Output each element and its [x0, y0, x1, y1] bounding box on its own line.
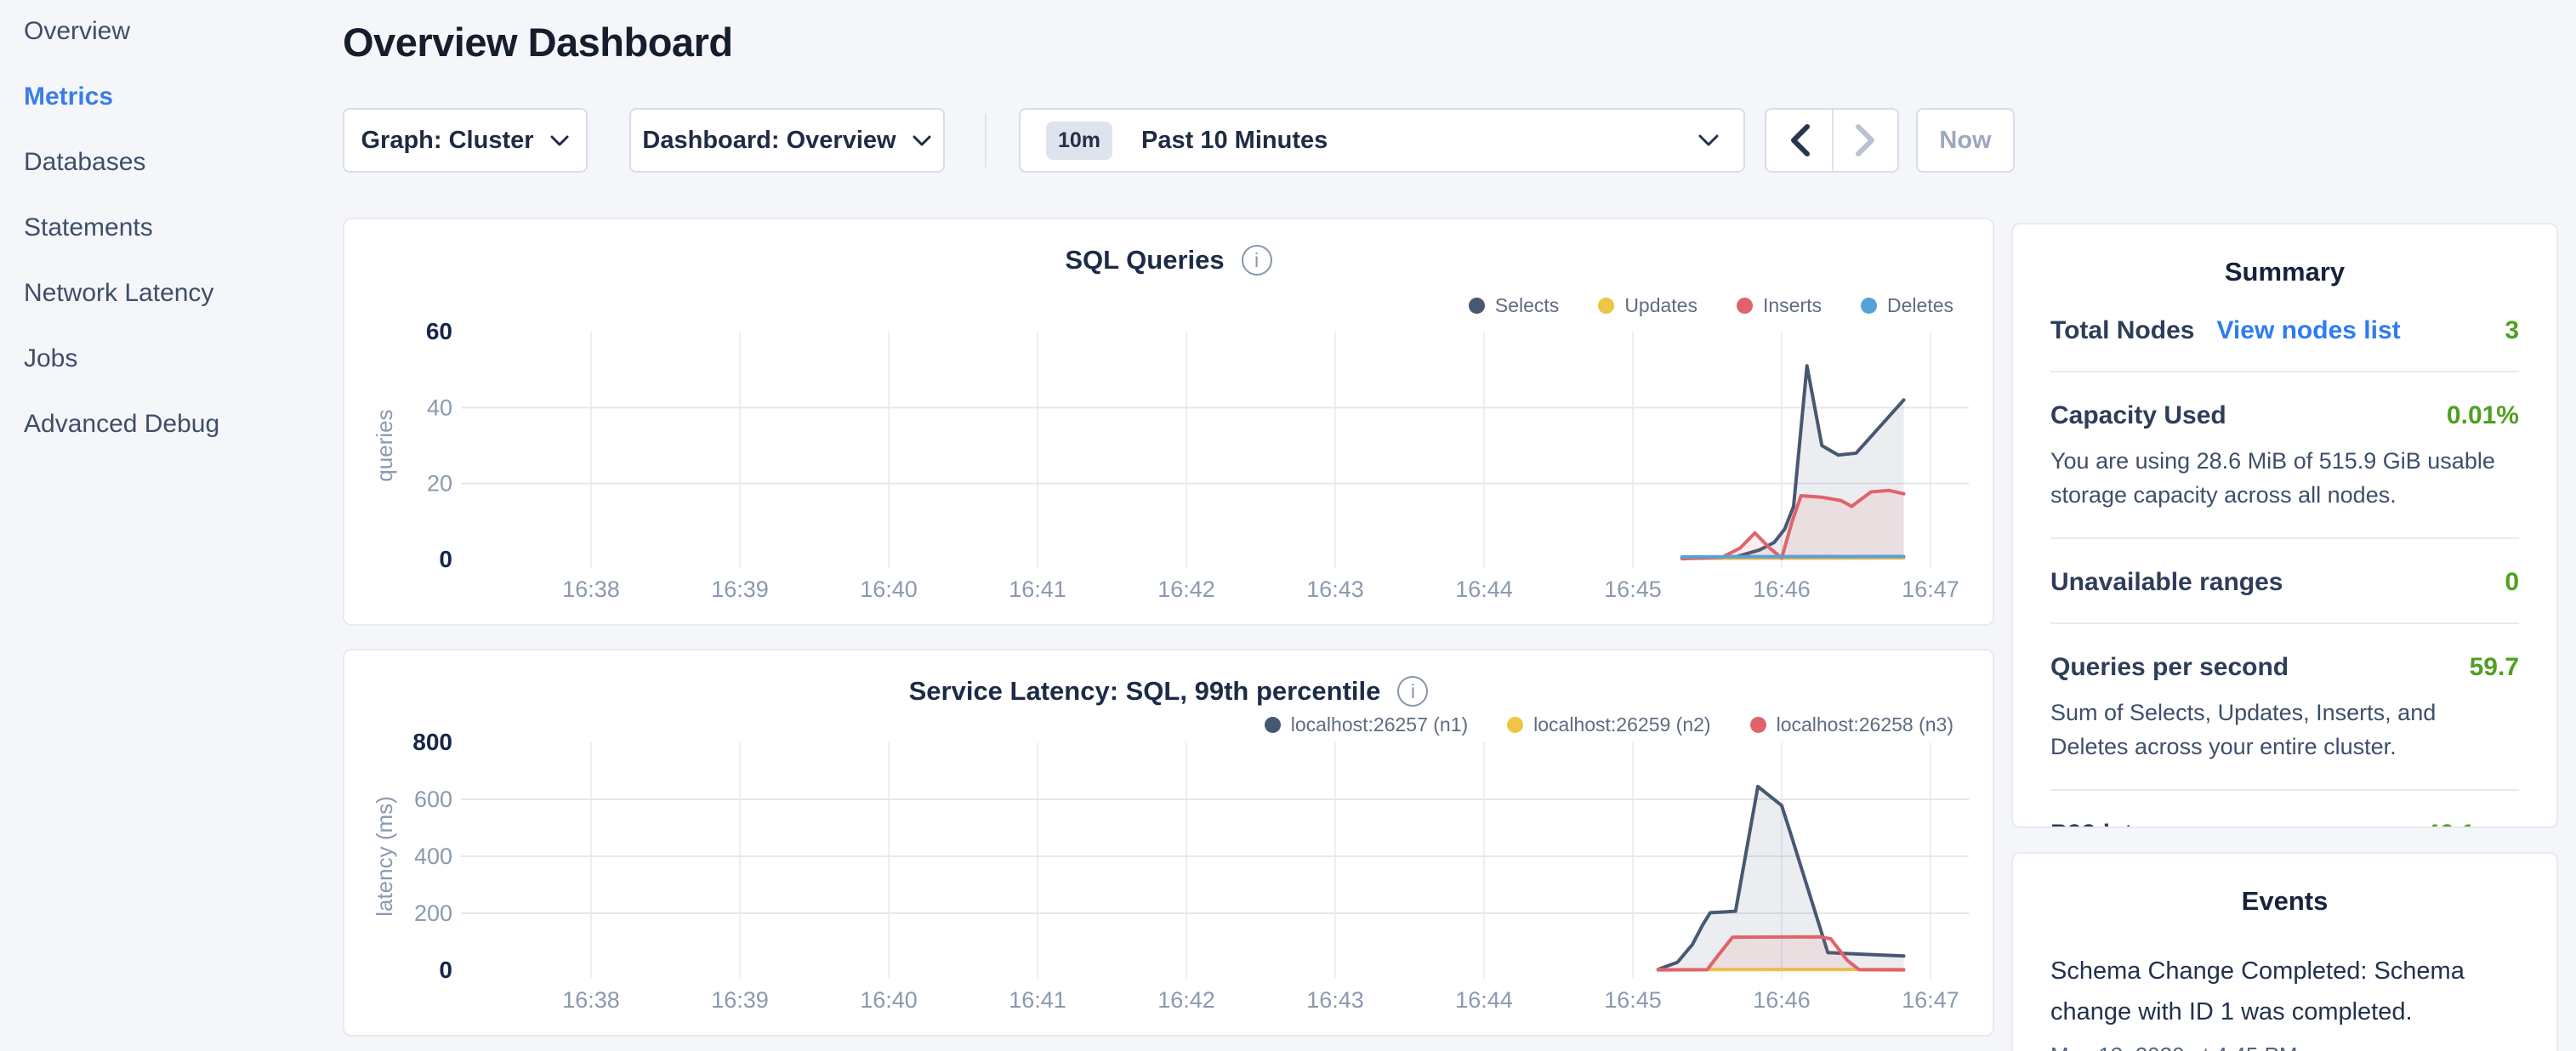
svg-text:16:41: 16:41: [1009, 577, 1066, 602]
summary-panel: Summary Total Nodes View nodes list 3 Ca…: [2011, 223, 2558, 828]
summary-row-queries-per-second: Queries per second 59.7 Sum of Selects, …: [2050, 622, 2519, 789]
now-button[interactable]: Now: [1916, 108, 2015, 173]
sidebar-item-metrics[interactable]: Metrics: [24, 82, 113, 111]
svg-text:16:40: 16:40: [860, 987, 918, 1013]
summary-row-value: 0: [2505, 568, 2519, 597]
time-range-label: Past 10 Minutes: [1141, 127, 1328, 155]
svg-text:200: 200: [414, 900, 452, 926]
svg-text:16:42: 16:42: [1157, 987, 1215, 1013]
legend-series-dot: [1469, 298, 1485, 314]
chart-title: SQL Queries: [1065, 245, 1224, 276]
summary-row-unavailable-ranges: Unavailable ranges 0: [2050, 537, 2519, 622]
summary-row-description: Sum of Selects, Updates, Inserts, and De…: [2050, 696, 2519, 764]
summary-row-value: 3: [2505, 316, 2519, 345]
page-title: Overview Dashboard: [343, 19, 733, 65]
svg-text:16:45: 16:45: [1604, 987, 1662, 1013]
svg-text:16:46: 16:46: [1753, 987, 1811, 1013]
svg-text:800: 800: [412, 729, 452, 755]
sql-queries-plot: 16:38 16:39 16:40 16:41 16:42 16:43 16:44 16:45…: [344, 313, 1994, 626]
sidebar-item-network-latency[interactable]: Network Latency: [24, 279, 213, 308]
svg-text:16:43: 16:43: [1306, 987, 1364, 1013]
svg-text:16:38: 16:38: [562, 987, 620, 1013]
time-range-picker[interactable]: 10m Past 10 Minutes: [1019, 108, 1745, 173]
summary-row-label: Unavailable ranges: [2050, 568, 2283, 597]
view-nodes-list-link[interactable]: View nodes list: [2216, 316, 2400, 345]
chevron-down-icon: [912, 134, 932, 147]
svg-text:400: 400: [414, 844, 452, 869]
service-latency-plot: 16:38 16:39 16:40 16:41 16:42 16:43 16:44 16:45…: [344, 724, 1994, 1037]
svg-text:16:44: 16:44: [1455, 987, 1513, 1013]
svg-text:0: 0: [439, 957, 452, 983]
svg-text:16:47: 16:47: [1902, 987, 1959, 1013]
summary-row-p99-latency: P99 latency 46.1 ms: [2050, 789, 2519, 828]
svg-text:16:40: 16:40: [860, 577, 918, 602]
sidebar: Overview Metrics Databases Statements Ne…: [0, 0, 340, 1051]
svg-text:queries: queries: [372, 409, 397, 481]
service-latency-chart-card: Service Latency: SQL, 99th percentile i …: [343, 649, 1994, 1037]
svg-text:16:41: 16:41: [1009, 987, 1066, 1013]
dashboard-dropdown-label: Dashboard: Overview: [642, 127, 896, 155]
graph-scope-dropdown[interactable]: Graph: Cluster: [343, 108, 588, 173]
svg-text:16:42: 16:42: [1157, 577, 1215, 602]
svg-text:20: 20: [427, 471, 452, 497]
svg-text:16:45: 16:45: [1604, 577, 1662, 602]
svg-text:16:39: 16:39: [711, 577, 769, 602]
svg-text:latency (ms): latency (ms): [372, 796, 397, 917]
time-step-forward-button[interactable]: [1832, 110, 1897, 171]
chevron-down-icon: [549, 134, 570, 147]
summary-row-label: Queries per second: [2050, 653, 2289, 682]
legend-series-dot: [1598, 298, 1614, 314]
svg-text:16:47: 16:47: [1902, 577, 1959, 602]
event-timestamp: May 13, 2020 at 4:45 PM: [2050, 1042, 2519, 1051]
summary-row-value: 46.1 ms: [2425, 820, 2519, 828]
chevron-right-icon: [1855, 123, 1877, 157]
sidebar-item-jobs[interactable]: Jobs: [24, 344, 77, 373]
summary-title: Summary: [2050, 257, 2519, 287]
sidebar-item-advanced-debug[interactable]: Advanced Debug: [24, 410, 219, 439]
events-panel: Events Schema Change Completed: Schema c…: [2011, 852, 2558, 1051]
svg-text:16:46: 16:46: [1753, 577, 1811, 602]
time-step-buttons: [1765, 108, 1899, 173]
legend-series-dot: [1737, 298, 1753, 314]
sidebar-item-databases[interactable]: Databases: [24, 148, 145, 177]
svg-text:600: 600: [414, 787, 452, 812]
svg-text:60: 60: [426, 318, 452, 344]
chart-title: Service Latency: SQL, 99th percentile: [909, 676, 1381, 707]
time-window-badge: 10m: [1046, 122, 1112, 160]
svg-text:16:44: 16:44: [1455, 577, 1513, 602]
sql-queries-chart-card: SQL Queries i SelectsUpdatesInsertsDelet…: [343, 218, 1994, 626]
sidebar-item-statements[interactable]: Statements: [24, 213, 153, 242]
svg-text:40: 40: [427, 395, 452, 420]
summary-row-label: P99 latency: [2050, 820, 2191, 828]
graph-scope-dropdown-label: Graph: Cluster: [361, 127, 533, 155]
summary-row-description: You are using 28.6 MiB of 515.9 GiB usab…: [2050, 444, 2519, 512]
time-step-back-button[interactable]: [1766, 110, 1832, 171]
svg-text:0: 0: [439, 546, 452, 572]
controls-divider: [985, 113, 987, 168]
summary-row-label: Capacity Used: [2050, 401, 2226, 430]
summary-row-value: 0.01%: [2447, 401, 2519, 430]
now-button-label: Now: [1939, 127, 1991, 155]
events-title: Events: [2050, 886, 2519, 917]
svg-text:16:43: 16:43: [1306, 577, 1364, 602]
info-icon[interactable]: i: [1397, 676, 1428, 707]
svg-text:16:39: 16:39: [711, 987, 769, 1013]
legend-series-dot: [1861, 298, 1877, 314]
summary-row-capacity-used: Capacity Used 0.01% You are using 28.6 M…: [2050, 371, 2519, 537]
dashboard-dropdown[interactable]: Dashboard: Overview: [629, 108, 945, 173]
info-icon[interactable]: i: [1242, 245, 1272, 276]
summary-row-total-nodes: Total Nodes View nodes list 3: [2050, 287, 2519, 371]
summary-row-value: 59.7: [2470, 653, 2519, 682]
sidebar-item-overview[interactable]: Overview: [24, 17, 130, 46]
event-message[interactable]: Schema Change Completed: Schema change w…: [2050, 951, 2519, 1032]
chevron-down-icon: [1697, 134, 1720, 147]
chevron-left-icon: [1788, 123, 1811, 157]
summary-row-label: Total Nodes: [2050, 316, 2194, 345]
svg-text:16:38: 16:38: [562, 577, 620, 602]
